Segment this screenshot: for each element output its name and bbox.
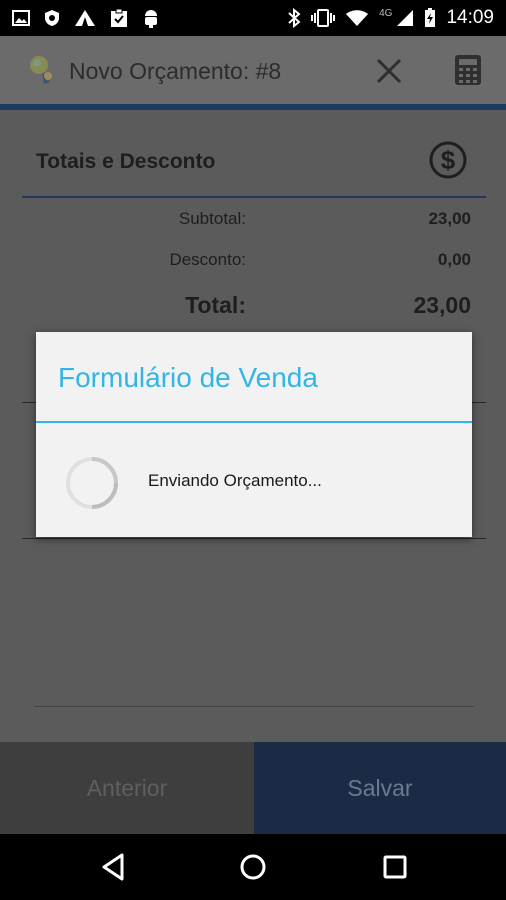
close-icon[interactable] — [372, 54, 406, 88]
dialog-title: Formulário de Venda — [58, 362, 318, 393]
signal-icon — [397, 10, 414, 26]
total-label: Total: — [185, 292, 246, 318]
status-left-icons — [12, 0, 160, 36]
discount-label: Desconto: — [169, 250, 246, 269]
total-value: 23,00 — [413, 292, 471, 318]
network-type: 4G — [379, 7, 393, 19]
content-divider — [34, 706, 474, 707]
svg-text:$: $ — [441, 145, 456, 175]
previous-button[interactable]: Anterior — [0, 742, 254, 834]
home-icon[interactable] — [238, 852, 268, 882]
android-debug-icon — [145, 10, 157, 28]
recents-icon[interactable] — [380, 852, 410, 882]
battery-charging-icon — [425, 8, 436, 27]
back-icon[interactable] — [98, 852, 128, 882]
status-right-icons: 4G 14:09 — [287, 0, 494, 36]
shield-icon — [45, 10, 59, 26]
bottom-action-bar: Anterior Salvar — [0, 742, 506, 834]
app-logo-icon — [30, 56, 52, 84]
section-title: Totais e Desconto — [36, 150, 216, 173]
discount-value: 0,00 — [437, 250, 471, 269]
navigation-bar — [0, 834, 506, 900]
clock: 14:09 — [446, 7, 494, 28]
clipboard-check-icon — [111, 8, 127, 27]
page-title: Novo Orçamento: #8 — [69, 58, 282, 84]
app-bar: Novo Orçamento: #8 — [0, 36, 506, 104]
loading-spinner-icon — [66, 457, 118, 509]
section-divider — [22, 196, 486, 198]
subtotal-value: 23,00 — [428, 209, 471, 228]
save-button[interactable]: Salvar — [254, 742, 506, 834]
status-bar: 4G 14:09 — [0, 0, 506, 36]
dialog-title-divider — [36, 421, 472, 423]
subtotal-label: Subtotal: — [178, 209, 246, 228]
content-divider — [22, 538, 486, 539]
image-icon — [12, 10, 30, 26]
dialog-message: Enviando Orçamento... — [148, 471, 322, 490]
bluetooth-icon — [288, 8, 301, 28]
app-tent-icon — [75, 10, 95, 26]
wifi-icon — [346, 10, 369, 26]
calculator-icon[interactable] — [454, 54, 482, 86]
dollar-icon: $ — [429, 141, 467, 179]
progress-dialog: Formulário de Venda Enviando Orçamento..… — [36, 332, 472, 537]
vibrate-icon — [311, 9, 336, 27]
